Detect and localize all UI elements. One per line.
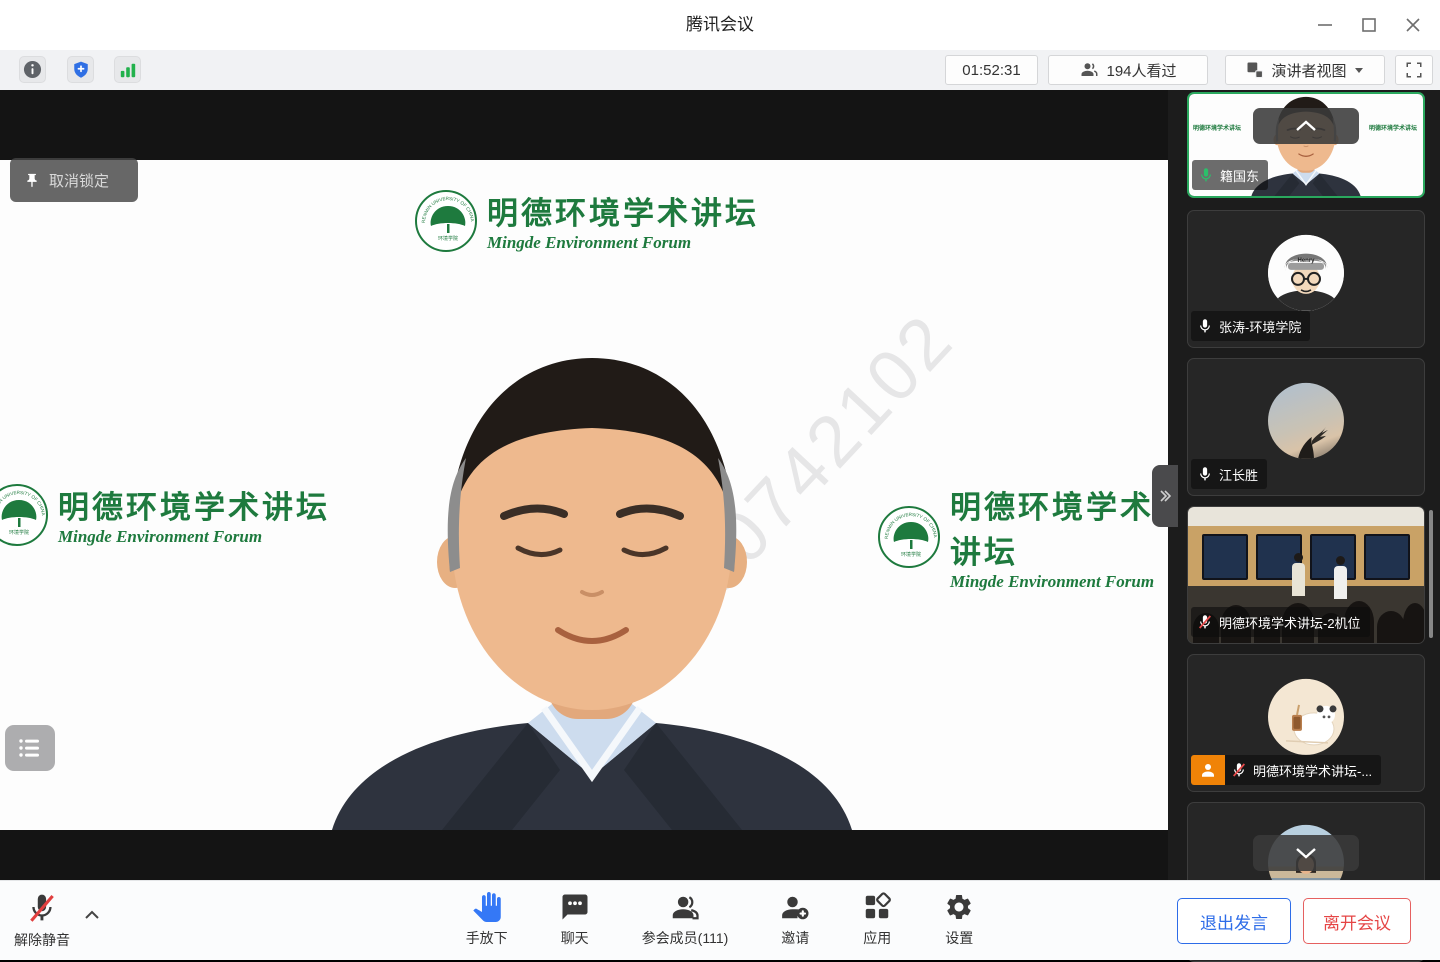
main-video-stage: 明德环境学术讲坛Mingde Environment Forum 明德环境学术讲… (0, 90, 1168, 880)
chevrons-right-icon (1159, 490, 1171, 502)
apps-button[interactable]: 应用 (862, 891, 892, 948)
participant-tile[interactable]: Henry 张涛-环境学院 (1187, 210, 1425, 348)
maximize-button[interactable] (1350, 7, 1388, 43)
leave-meeting-button[interactable]: 离开会议 (1303, 898, 1411, 944)
list-icon (18, 737, 42, 759)
invite-button[interactable]: 邀请 (780, 891, 810, 948)
speaker-view-icon (1246, 61, 1264, 79)
chevron-up-icon (1295, 120, 1317, 132)
mingde-forum-logo: 明德环境学术讲坛Mingde Environment Forum (0, 482, 330, 547)
unpin-button[interactable]: 取消锁定 (10, 158, 138, 202)
participant-tile[interactable]: 明德环境学术讲坛-... (1187, 654, 1425, 792)
chat-icon (560, 891, 590, 923)
host-badge (1191, 755, 1225, 785)
mic-on-icon (1197, 318, 1213, 334)
security-shield-icon[interactable] (67, 56, 94, 83)
members-icon (670, 891, 700, 923)
expand-video-list-button[interactable] (1253, 835, 1359, 871)
lower-hand-button[interactable]: 手放下 (466, 891, 508, 948)
collapse-video-list-button[interactable] (1253, 108, 1359, 144)
participant-tile[interactable]: 明德环境学术讲坛 明德环境学术讲坛 籍国东 (1187, 92, 1425, 198)
title-bar: 腾讯会议 (0, 0, 1440, 50)
fullscreen-button[interactable] (1395, 55, 1433, 85)
invite-icon (780, 891, 810, 923)
mic-on-icon (1198, 167, 1214, 183)
close-button[interactable] (1394, 7, 1432, 43)
svg-text:Henry: Henry (1297, 258, 1315, 264)
participant-tile[interactable]: 明德环境学术讲坛-2机位 (1187, 506, 1425, 644)
mic-muted-icon (1197, 614, 1213, 630)
viewers-count[interactable]: 194人看过 (1048, 55, 1208, 85)
sidebar-collapse-handle[interactable] (1152, 465, 1178, 527)
avatar (1268, 679, 1344, 755)
view-mode-dropdown[interactable]: 演讲者视图 (1225, 55, 1385, 85)
chevron-down-icon (1354, 67, 1364, 74)
pin-icon (24, 172, 40, 189)
members-button[interactable]: 参会成员(111) (642, 891, 729, 948)
raised-hand-icon (472, 891, 502, 923)
speaker-video-feed: 明德环境学术讲坛Mingde Environment Forum 明德环境学术讲… (0, 160, 1168, 830)
meeting-info-icon[interactable] (19, 56, 46, 83)
agenda-list-button[interactable] (5, 725, 55, 771)
participant-tile[interactable]: 江长胜 (1187, 358, 1425, 496)
minimize-button[interactable] (1306, 7, 1344, 43)
apps-icon (862, 891, 892, 923)
avatar: Henry (1268, 235, 1344, 311)
sidebar-scrollbar[interactable] (1429, 510, 1433, 638)
mic-muted-icon (1231, 762, 1247, 778)
settings-button[interactable]: 设置 (944, 891, 974, 948)
chat-button[interactable]: 聊天 (560, 891, 590, 948)
speaker-portrait (292, 330, 892, 830)
window-title: 腾讯会议 (0, 0, 1440, 50)
bottom-control-bar: 解除静音 手放下 聊天 参会成员(111) 邀请 应用 设置 (0, 880, 1440, 960)
mingde-forum-logo: 明德环境学术讲坛Mingde Environment Forum (415, 188, 759, 253)
mingde-forum-logo: 明德环境学术讲坛Mingde Environment Forum (878, 482, 1168, 592)
chevron-down-icon (1295, 847, 1317, 859)
member-icon (1199, 761, 1217, 779)
network-signal-icon[interactable] (114, 56, 141, 83)
mic-on-icon (1197, 466, 1213, 482)
participants-sidebar: 明德环境学术讲坛 明德环境学术讲坛 籍国东 Henry (1168, 90, 1440, 880)
avatar (1268, 383, 1344, 459)
top-toolbar: 01:52:31 194人看过 演讲者视图 (0, 50, 1440, 90)
exit-speaking-button[interactable]: 退出发言 (1177, 898, 1291, 944)
meeting-timer: 01:52:31 (945, 55, 1038, 85)
gear-icon (944, 891, 974, 923)
